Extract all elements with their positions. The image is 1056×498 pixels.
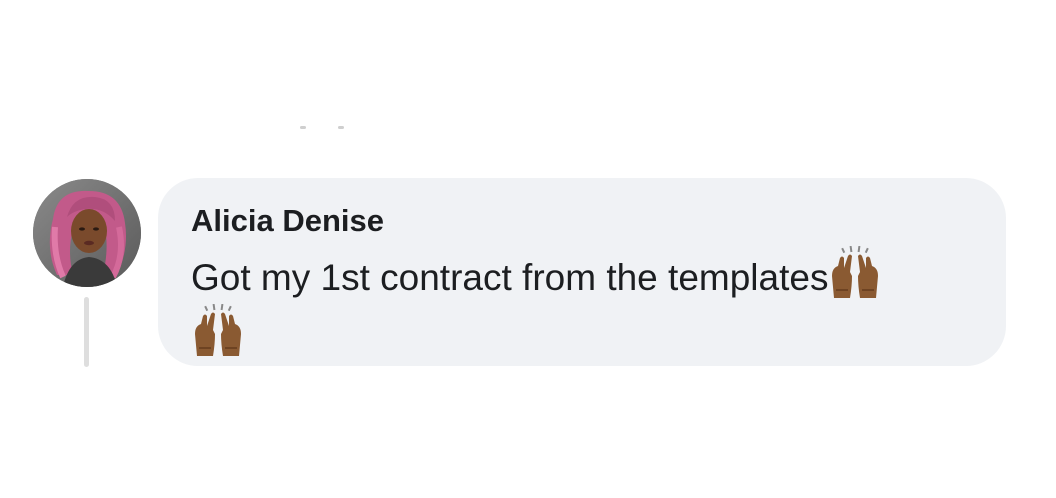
comment-author-name[interactable]: Alicia Denise [191,202,974,240]
avatar[interactable] [33,179,141,287]
comment-text-line-2 [191,304,974,360]
reply-thread-line [84,297,89,367]
raising-hands-emoji-icon [828,246,882,300]
faded-indicator [300,126,350,132]
avatar-photo-icon [33,179,141,287]
comment-text: Got my 1st contract from the templates [191,257,829,298]
comment-thread: Alicia Denise Got my 1st contract from t… [0,0,1056,498]
raising-hands-emoji-icon [191,304,245,358]
comment-text-line: Got my 1st contract from the templates [191,246,974,300]
comment-bubble[interactable]: Alicia Denise Got my 1st contract from t… [158,178,1006,366]
